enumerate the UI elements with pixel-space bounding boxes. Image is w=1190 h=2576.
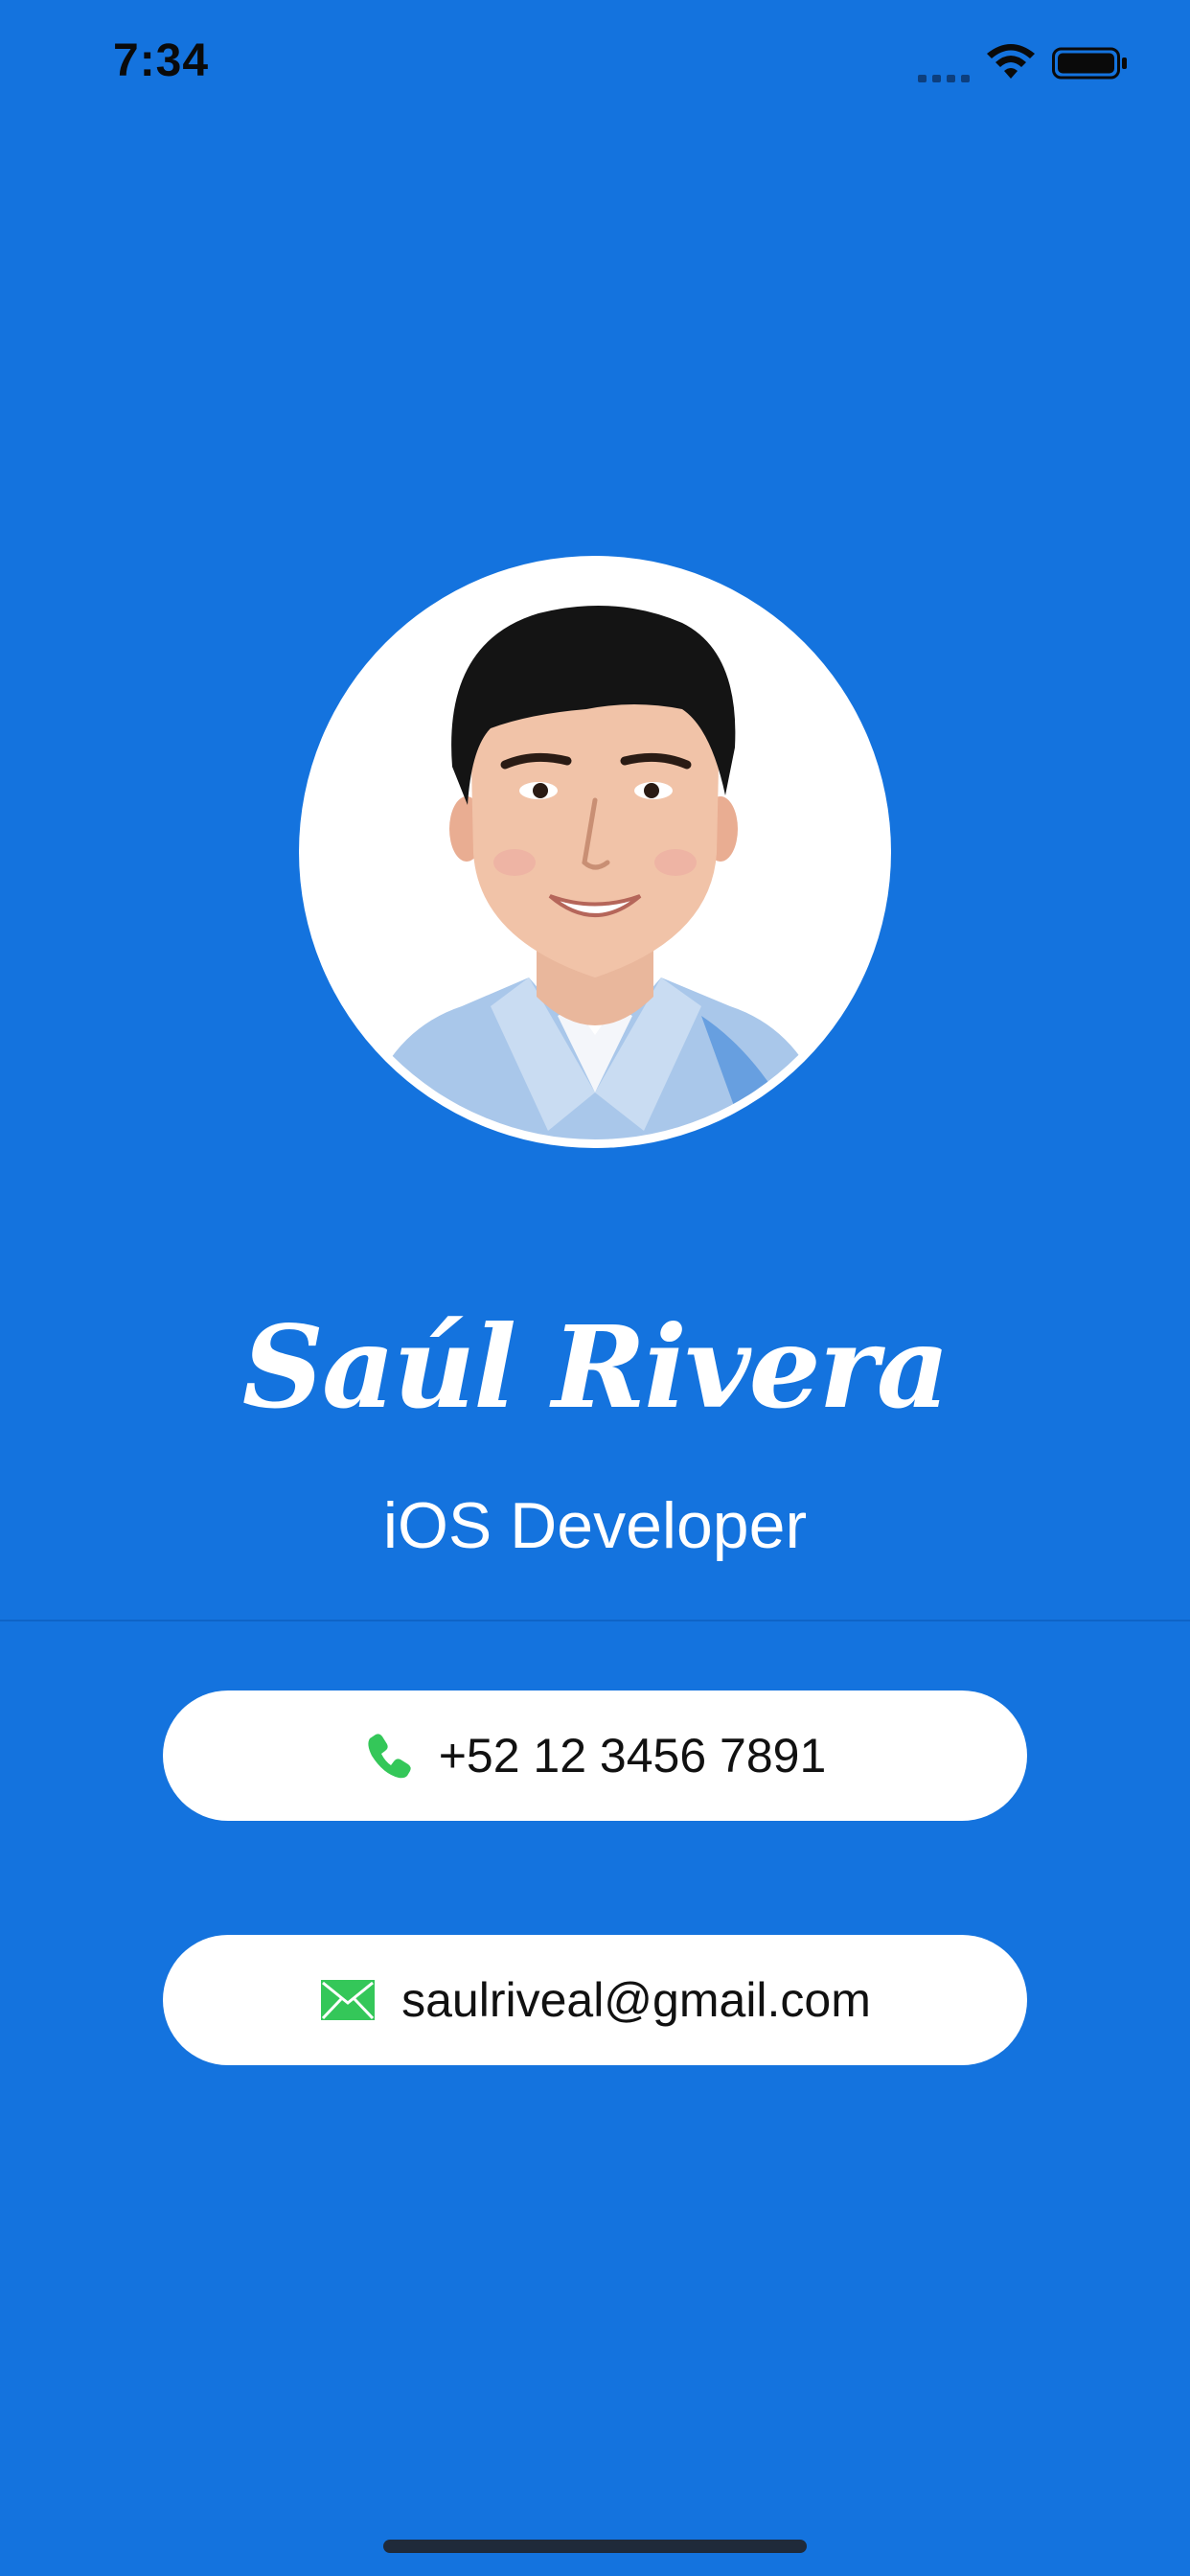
phone-icon xyxy=(364,1731,414,1781)
email-address: saulriveal@gmail.com xyxy=(401,1973,871,2027)
envelope-icon xyxy=(319,1978,377,2022)
wifi-icon xyxy=(985,44,1037,82)
home-indicator[interactable] xyxy=(383,2540,807,2553)
battery-icon xyxy=(1052,46,1129,80)
profile-photo xyxy=(299,556,891,1148)
phone-number: +52 12 3456 7891 xyxy=(438,1729,827,1782)
email-button[interactable]: saulriveal@gmail.com xyxy=(163,1935,1027,2065)
phone-button[interactable]: +52 12 3456 7891 xyxy=(163,1690,1027,1821)
profile-name: Saúl Rivera xyxy=(241,1300,950,1434)
business-card-screen: 7:34 Saúl Rivera iOS Developer +52 12 34… xyxy=(0,0,1190,2576)
profile-title: iOS Developer xyxy=(382,1489,808,1562)
section-divider xyxy=(0,1620,1190,1622)
cellular-signal-icon xyxy=(918,73,972,82)
status-time: 7:34 xyxy=(113,35,210,86)
